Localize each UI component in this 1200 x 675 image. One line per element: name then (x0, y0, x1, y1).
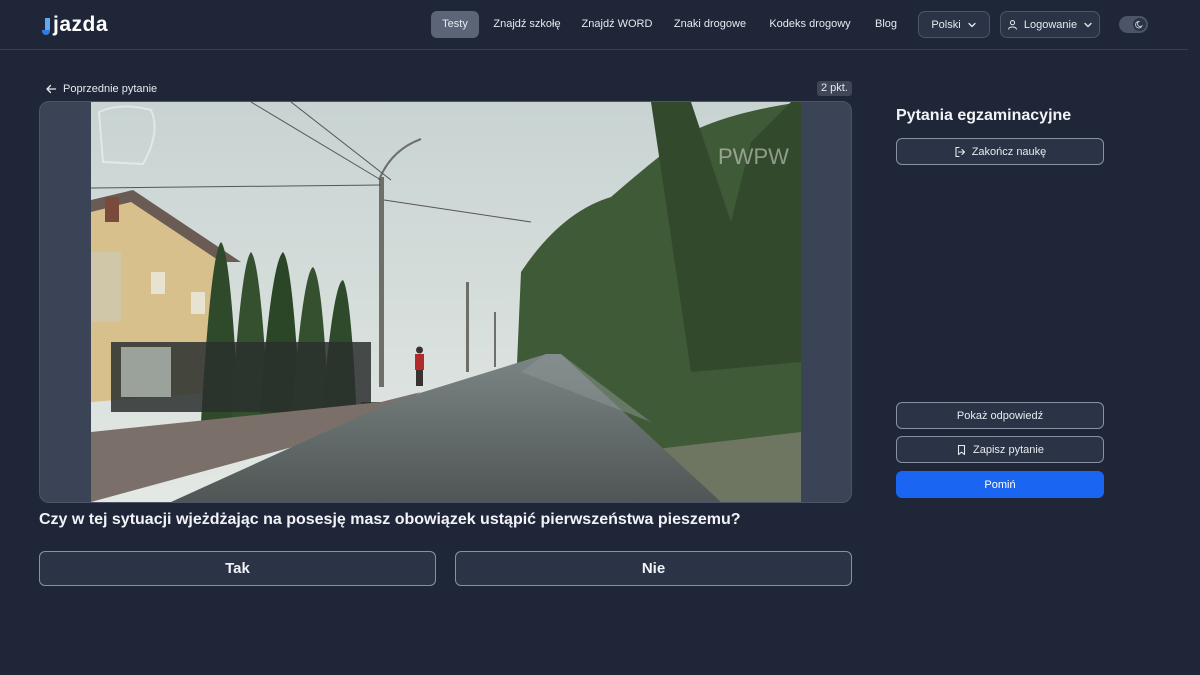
bookmark-icon (956, 444, 967, 456)
language-label: Polski (931, 18, 961, 31)
end-study-button[interactable]: Zakończ naukę (896, 138, 1104, 165)
logout-icon (954, 146, 966, 158)
theme-toggle[interactable] (1119, 16, 1148, 33)
sidebar-title: Pytania egzaminacyjne (896, 107, 1072, 124)
nav-item-kodeks-drogowy[interactable]: Kodeks drogowy (763, 11, 857, 38)
nav-item-znaki-drogowe[interactable]: Znaki drogowe (667, 11, 753, 38)
save-question-button[interactable]: Zapisz pytanie (896, 436, 1104, 463)
show-answer-button[interactable]: Pokaż odpowiedź (896, 402, 1104, 429)
pwpw-watermark: PWPW (718, 144, 789, 169)
nav-item-znajdz-szkole[interactable]: Znajdź szkołę (487, 11, 567, 38)
login-label: Logowanie (1023, 18, 1078, 31)
nav-item-znajdz-word[interactable]: Znajdź WORD (577, 11, 657, 38)
question-media-frame: PWPW (39, 101, 852, 503)
previous-question-link[interactable]: Poprzednie pytanie (45, 80, 157, 97)
nav-item-testy[interactable]: Testy (431, 11, 479, 38)
answer-yes-button[interactable]: Tak (39, 551, 436, 586)
arrow-left-icon (45, 83, 57, 95)
logo-text: jazda (53, 13, 109, 36)
login-dropdown[interactable]: Logowanie (1000, 11, 1100, 38)
logo[interactable]: jazda (42, 12, 108, 36)
top-navbar: jazda Testy Znajdź szkołę Znajdź WORD Zn… (0, 0, 1188, 50)
save-question-label: Zapisz pytanie (973, 443, 1044, 456)
chevron-down-icon (1083, 20, 1093, 30)
moon-icon (1133, 18, 1146, 31)
question-text: Czy w tej sytuacji wjeżdżając na posesję… (39, 511, 741, 528)
chevron-down-icon (967, 20, 977, 30)
user-icon (1007, 19, 1018, 30)
skip-button[interactable]: Pomiń (896, 471, 1104, 498)
show-answer-label: Pokaż odpowiedź (956, 409, 1044, 422)
answer-no-button[interactable]: Nie (455, 551, 852, 586)
question-scene-image: PWPW (91, 102, 801, 502)
skip-label: Pomiń (984, 478, 1016, 491)
previous-question-label: Poprzednie pytanie (63, 82, 158, 95)
end-study-label: Zakończ naukę (971, 145, 1047, 158)
language-dropdown[interactable]: Polski (918, 11, 990, 38)
logo-mark-icon (42, 16, 52, 36)
points-badge: 2 pkt. (817, 81, 852, 96)
nav-item-blog[interactable]: Blog (867, 11, 905, 38)
